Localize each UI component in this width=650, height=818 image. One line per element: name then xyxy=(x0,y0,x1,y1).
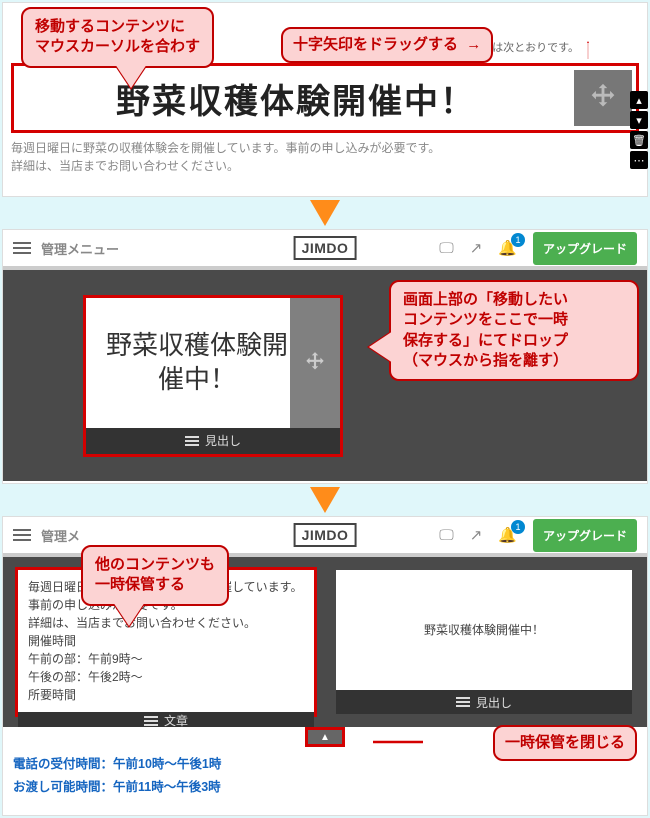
stored-card-footer: 見出し xyxy=(86,428,340,454)
callout-drag-text: 十字矢印をドラッグする xyxy=(293,36,458,53)
callout-tail xyxy=(115,64,147,88)
desc-line-2: 詳細は、当店までお問い合わせください。 xyxy=(11,157,639,175)
panel-2-drop: 管理メニュー JIMDO 🖵 ↗ 🔔 1 アップグレード 野菜収穫体験開催中！ xyxy=(2,229,648,484)
stored-card-move-handle[interactable] xyxy=(290,298,340,428)
move-cross-icon xyxy=(586,81,620,115)
move-down-icon[interactable]: ▾ xyxy=(630,111,648,129)
notification-badge: 1 xyxy=(511,233,525,247)
stored-heading-card-2[interactable]: 野菜収穫体験開催中！ 見出し xyxy=(333,567,635,717)
upgrade-button[interactable]: アップグレード xyxy=(533,519,637,552)
trash-icon[interactable]: 🗑 xyxy=(630,131,648,149)
more-icon[interactable]: ⋯ xyxy=(630,151,648,169)
collapse-clipboard-button[interactable]: ▲ xyxy=(305,727,345,747)
callout-close-clipboard: 一時保管を閉じる xyxy=(493,725,637,761)
callout-hover-content: 移動するコンテンツに マウスカーソルを合わす xyxy=(21,7,214,68)
pickup-hours-line: お渡し可能時間：午前11時～午後3時 xyxy=(13,776,637,795)
stored-heading-footer: 見出し xyxy=(336,690,632,714)
callout-drag-arrow: 十字矢印をドラッグする → xyxy=(281,27,493,63)
text-line: 所要時間 xyxy=(28,686,304,704)
move-up-icon[interactable]: ▴ xyxy=(630,91,648,109)
move-handle[interactable] xyxy=(574,70,632,126)
callout-tail xyxy=(113,602,145,626)
heading-type-icon xyxy=(185,436,199,446)
toolbar-right-group: 🖵 ↗ 🔔 1 アップグレード xyxy=(439,232,637,265)
editor-toolbar: 管理メニュー JIMDO 🖵 ↗ 🔔 1 アップグレード xyxy=(3,230,647,270)
desktop-preview-icon[interactable]: 🖵 xyxy=(439,527,453,544)
toolbar-right-group: 🖵 ↗ 🔔 1 アップグレード xyxy=(439,519,637,552)
desc-line-1: 毎週日曜日に野菜の収穫体験会を開催しています。事前の申し込みが必要です。 xyxy=(11,139,639,157)
toolbar-title[interactable]: 管理メ xyxy=(41,526,80,545)
jimdo-logo[interactable]: JIMDO xyxy=(294,236,357,260)
text-type-icon xyxy=(144,716,158,726)
notifications-icon[interactable]: 🔔 1 xyxy=(498,239,517,257)
callout-store-text: 他のコンテンツも 一時保管する xyxy=(95,556,215,593)
share-icon[interactable]: ↗ xyxy=(470,526,483,544)
block-side-toolbar: ▴ ▾ 🗑 ⋯ xyxy=(629,91,649,169)
desktop-preview-icon[interactable]: 🖵 xyxy=(439,240,453,257)
callout-close-text: 一時保管を閉じる xyxy=(505,734,625,751)
step-arrow-2 xyxy=(0,486,650,514)
callout-drop-text: 画面上部の「移動したい コンテンツをここで一時 保存する」にてドロップ （マウス… xyxy=(403,291,568,369)
text-line: 詳細は、当店までお問い合わせください。 xyxy=(28,614,304,632)
stored-heading-card[interactable]: 野菜収穫体験開催中！ 見出し xyxy=(83,295,343,457)
heading-description: 毎週日曜日に野菜の収穫体験会を開催しています。事前の申し込みが必要です。 詳細は… xyxy=(11,139,639,175)
step-arrow-1 xyxy=(0,199,650,227)
callout-hover-text: 移動するコンテンツに マウスカーソルを合わす xyxy=(35,18,200,55)
callout-tail xyxy=(369,331,393,363)
jimdo-logo[interactable]: JIMDO xyxy=(294,523,357,547)
text-line: 開催時間 xyxy=(28,632,304,650)
content-block-heading[interactable]: 野菜収穫体験開催中！ xyxy=(11,63,639,133)
clipboard-drop-area[interactable]: 野菜収穫体験開催中！ 見出し 画面上部の「移動したい コンテンツをここで一時 保… xyxy=(3,270,647,481)
text-line: 午後の部：午後2時～ xyxy=(28,668,304,686)
heading-text: 野菜収穫体験開催中！ xyxy=(18,74,574,123)
upgrade-button[interactable]: アップグレード xyxy=(533,232,637,265)
text-line: 午前の部：午前9時～ xyxy=(28,650,304,668)
arrow-right-glyph: → xyxy=(466,36,481,53)
page-content-below: ▲ 一時保管を閉じる 電話の受付時間：午前10時～午後1時 お渡し可能時間：午前… xyxy=(3,727,647,813)
menu-burger-icon[interactable] xyxy=(13,526,31,544)
callout-store-more: 他のコンテンツも 一時保管する xyxy=(81,545,229,606)
menu-burger-icon[interactable] xyxy=(13,239,31,257)
stored-heading-type-label: 見出し xyxy=(476,694,512,711)
panel-3-multi-store: 管理メ JIMDO 🖵 ↗ 🔔 1 アップグレード 他のコンテンツも 一時保管す… xyxy=(2,516,648,816)
notifications-icon[interactable]: 🔔 1 xyxy=(498,526,517,544)
stored-heading-body: 野菜収穫体験開催中！ xyxy=(336,570,632,690)
notification-badge: 1 xyxy=(511,520,525,534)
stored-card-body: 野菜収穫体験開催中！ xyxy=(86,298,340,428)
callout-drop-here: 画面上部の「移動したい コンテンツをここで一時 保存する」にてドロップ （マウス… xyxy=(389,280,639,381)
move-cross-icon xyxy=(302,350,328,376)
stored-heading-title: 野菜収穫体験開催中！ xyxy=(424,621,544,639)
toolbar-title[interactable]: 管理メニュー xyxy=(41,239,119,258)
panel-1-hover-drag: 移動するコンテンツに マウスカーソルを合わす 十字矢印をドラッグする → テイク… xyxy=(2,2,648,197)
share-icon[interactable]: ↗ xyxy=(470,239,483,257)
stored-card-type-label: 見出し xyxy=(205,432,241,449)
pointer-line xyxy=(373,735,423,749)
heading-type-icon xyxy=(456,697,470,707)
